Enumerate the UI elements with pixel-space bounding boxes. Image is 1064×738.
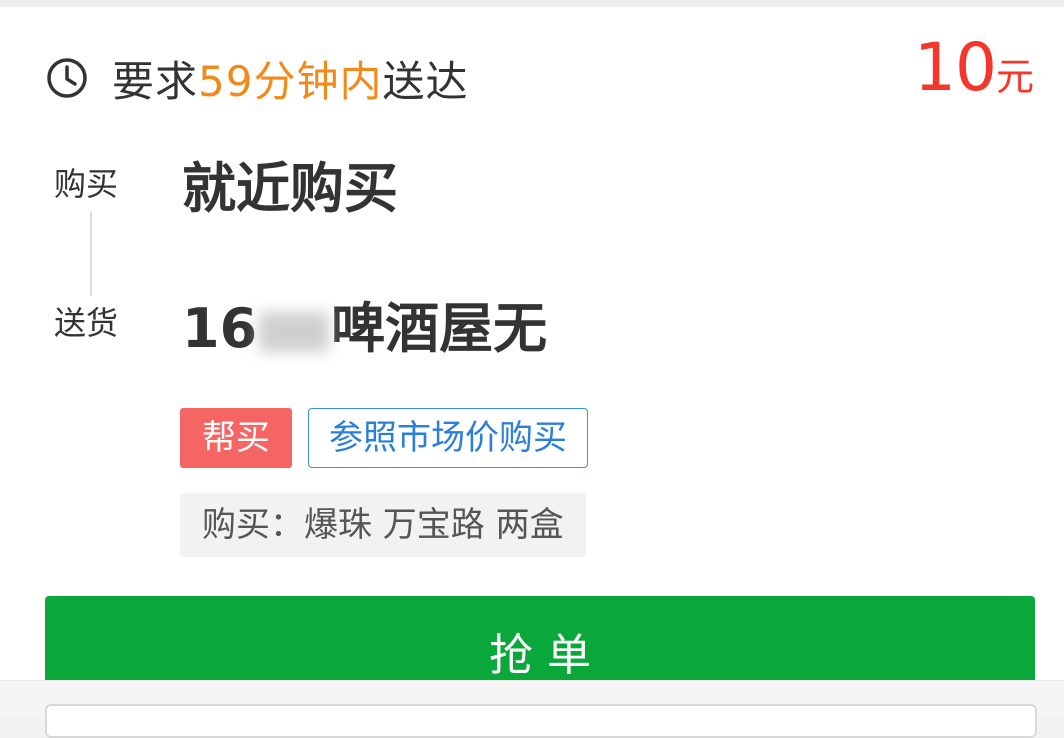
deadline-text: 要求59分钟内送达 — [112, 48, 468, 109]
pricing-badge: 参照市场价购买 — [308, 408, 588, 468]
order-type-badge: 帮买 — [180, 408, 292, 468]
delivery-deadline: 要求59分钟内送达 — [46, 52, 468, 106]
top-strip — [0, 0, 1064, 7]
buy-label: 购买 — [54, 165, 119, 203]
route-connector-line — [90, 212, 92, 296]
clock-icon — [47, 58, 87, 98]
deliver-address-prefix: 16 — [182, 297, 258, 360]
next-order-card[interactable] — [45, 704, 1037, 738]
deadline-time: 59分钟内 — [198, 56, 383, 106]
deadline-suffix: 送达 — [382, 56, 469, 106]
order-fee: 10元 — [914, 29, 1034, 106]
fee-amount: 10 — [914, 29, 997, 106]
deadline-prefix: 要求 — [112, 56, 199, 106]
order-card[interactable]: 要求59分钟内送达 10元 购买 送货 就近购买 16 啤酒屋无 帮买 参照市场价… — [0, 7, 1064, 680]
buy-location: 就近购买 — [182, 157, 398, 220]
deliver-address-suffix: 啤酒屋无 — [331, 297, 548, 360]
order-note: 购买：爆珠 万宝路 两盒 — [180, 493, 586, 557]
deliver-label: 送货 — [54, 304, 119, 342]
fee-unit: 元 — [995, 55, 1034, 99]
grab-order-button[interactable]: 抢单 — [45, 596, 1035, 686]
deliver-address: 16 啤酒屋无 — [182, 284, 547, 363]
order-tags: 帮买 参照市场价购买 — [180, 408, 588, 468]
redacted-text — [259, 312, 330, 353]
